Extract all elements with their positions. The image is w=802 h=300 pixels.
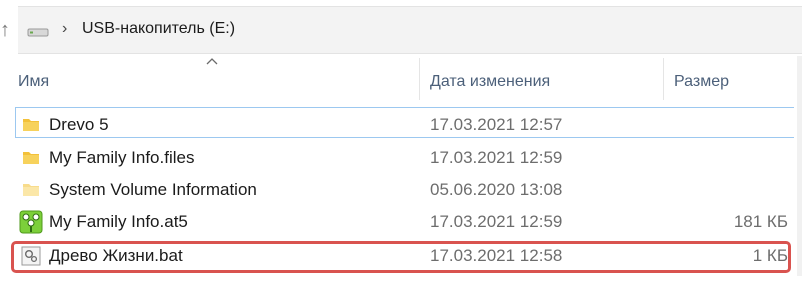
batch-file-icon (21, 246, 41, 266)
file-row[interactable]: Древо Жизни.bat 17.03.2021 12:58 1 КБ (15, 241, 798, 271)
column-divider[interactable] (663, 58, 664, 100)
file-size: 1 КБ (752, 246, 788, 265)
folder-icon (23, 152, 39, 164)
file-row[interactable]: Drevo 5 17.03.2021 12:57 (15, 110, 798, 140)
file-date: 17.03.2021 12:58 (430, 246, 563, 265)
folder-icon (23, 119, 39, 131)
file-size: 181 КБ (733, 212, 788, 231)
file-name: My Family Info.at5 (49, 212, 188, 231)
file-date: 05.06.2020 13:08 (430, 180, 563, 199)
column-header-date[interactable]: Дата изменения (430, 70, 550, 98)
file-date: 17.03.2021 12:59 (430, 212, 563, 231)
usb-drive-icon (27, 28, 49, 37)
file-date: 17.03.2021 12:59 (430, 148, 563, 167)
column-header-size[interactable]: Размер (674, 70, 729, 98)
vertical-scrollbar[interactable] (797, 56, 802, 276)
up-arrow-icon[interactable]: ↑ (0, 18, 14, 42)
file-date: 17.03.2021 12:57 (430, 115, 563, 134)
file-row[interactable]: My Family Info.at5 17.03.2021 12:59 181 … (15, 207, 798, 237)
column-header-name[interactable]: Имя (18, 70, 49, 98)
file-name: My Family Info.files (49, 148, 195, 167)
folder-faded-icon (23, 184, 39, 196)
chevron-right-icon[interactable]: › (62, 19, 67, 39)
file-name: System Volume Information (49, 180, 257, 199)
file-row[interactable]: My Family Info.files 17.03.2021 12:59 (15, 143, 798, 173)
file-name: Древо Жизни.bat (49, 246, 183, 265)
address-path[interactable]: USB-накопитель (E:) (82, 18, 235, 40)
file-name: Drevo 5 (49, 115, 109, 134)
file-row[interactable]: System Volume Information 05.06.2020 13:… (15, 175, 798, 205)
column-divider[interactable] (419, 58, 420, 100)
sort-up-caret-icon (206, 58, 218, 65)
tree-app-file-icon (19, 210, 43, 234)
